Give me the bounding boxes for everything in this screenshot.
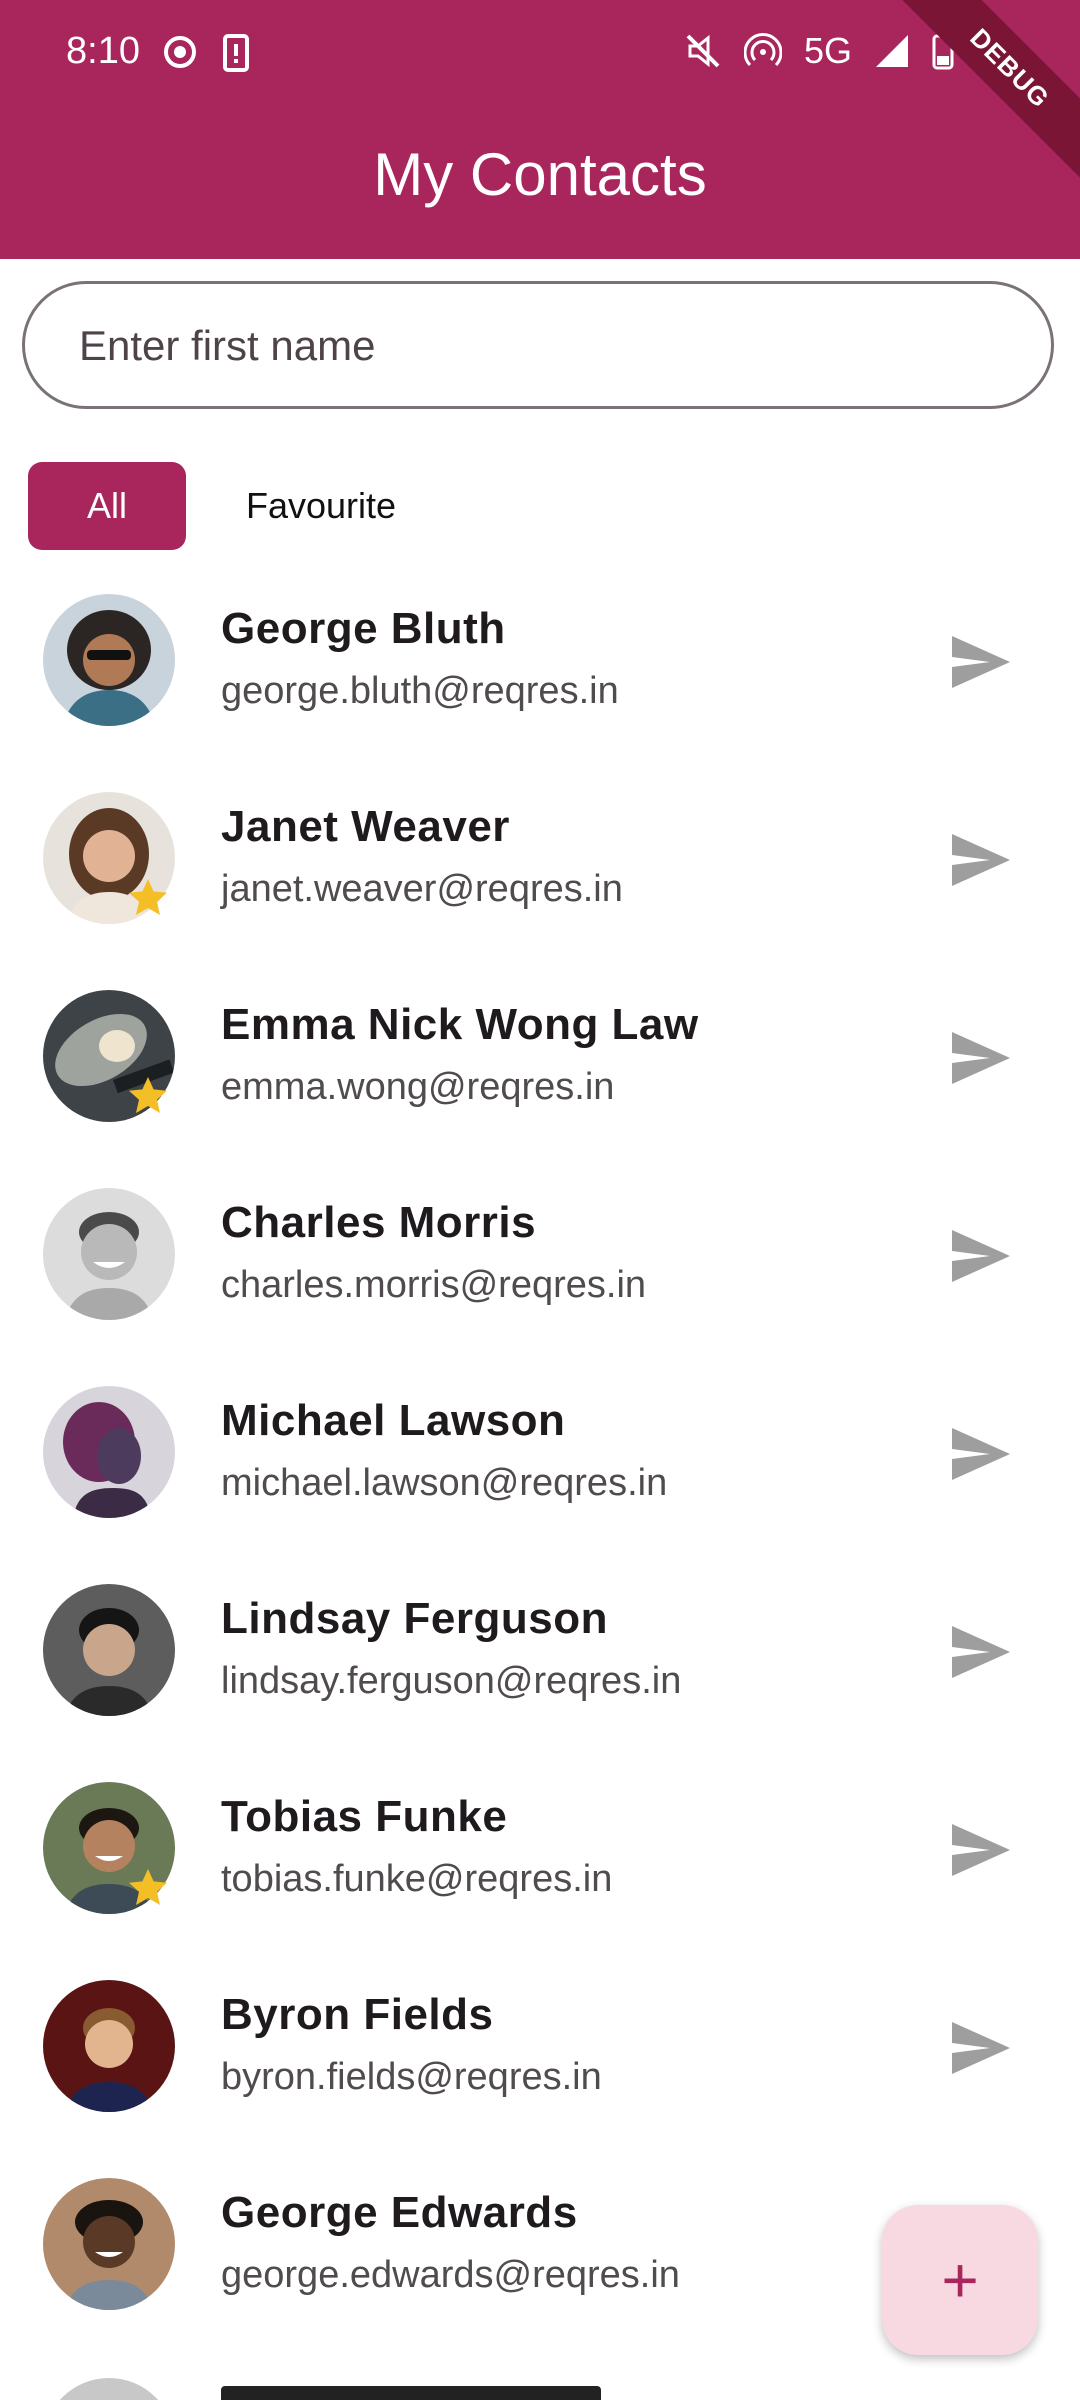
contact-email: lindsay.ferguson@reqres.in xyxy=(221,1660,682,1702)
contact-email: michael.lawson@reqres.in xyxy=(221,1462,668,1504)
contact-email: george.bluth@reqres.in xyxy=(221,670,619,712)
send-icon[interactable] xyxy=(950,1426,1012,1482)
contact-name: Charles Morris xyxy=(221,1198,537,1247)
search-input[interactable] xyxy=(77,284,981,408)
contact-row[interactable]: Tobias Funke tobias.funke@reqres.in xyxy=(0,1760,1080,1958)
contact-name: Janet Weaver xyxy=(221,802,510,851)
avatar xyxy=(43,1188,175,1320)
contact-row[interactable]: Lindsay Ferguson lindsay.ferguson@reqres… xyxy=(0,1562,1080,1760)
avatar xyxy=(43,2178,175,2310)
network-type: 5G xyxy=(804,30,853,71)
page-title: My Contacts xyxy=(373,141,707,208)
mute-icon xyxy=(686,34,720,68)
contact-name: Tobias Funke xyxy=(221,1792,508,1841)
favourite-star-icon xyxy=(129,879,167,915)
send-icon[interactable] xyxy=(950,832,1012,888)
contact-email: byron.fields@reqres.in xyxy=(221,2056,602,2098)
contact-email: tobias.funke@reqres.in xyxy=(221,1858,613,1900)
send-icon[interactable] xyxy=(950,634,1012,690)
hotspot-icon xyxy=(744,33,782,67)
send-icon[interactable] xyxy=(950,1228,1012,1284)
filter-tabs: All Favourite xyxy=(28,462,432,550)
contact-email: janet.weaver@reqres.in xyxy=(221,868,623,910)
send-icon[interactable] xyxy=(950,2020,1012,2076)
favourite-star-icon xyxy=(129,1077,167,1113)
partial-name-text xyxy=(221,2386,601,2400)
contact-name: Lindsay Ferguson xyxy=(221,1594,608,1643)
avatar xyxy=(43,1386,175,1518)
plus-icon: + xyxy=(941,2244,979,2316)
send-icon[interactable] xyxy=(950,1822,1012,1878)
contact-row[interactable]: Janet Weaver janet.weaver@reqres.in xyxy=(0,770,1080,968)
contact-email: emma.wong@reqres.in xyxy=(221,1066,615,1108)
contact-row[interactable]: George Bluth george.bluth@reqres.in xyxy=(0,572,1080,770)
contact-name: Byron Fields xyxy=(221,1990,494,2039)
contact-name: George Bluth xyxy=(221,604,506,653)
favourite-star-icon xyxy=(129,1869,167,1905)
status-time: 8:10 xyxy=(66,30,140,72)
contact-row[interactable]: Michael Lawson michael.lawson@reqres.in xyxy=(0,1364,1080,1562)
avatar xyxy=(43,1584,175,1716)
partial-avatar xyxy=(59,2378,159,2400)
tab-favourite[interactable]: Favourite xyxy=(210,462,432,550)
contact-name: George Edwards xyxy=(221,2188,578,2237)
tab-all[interactable]: All xyxy=(28,462,186,550)
contact-row[interactable]: Charles Morris charles.morris@reqres.in xyxy=(0,1166,1080,1364)
avatar xyxy=(43,1980,175,2112)
contact-name: Emma Nick Wong Law xyxy=(221,1000,699,1049)
contact-email: charles.morris@reqres.in xyxy=(221,1264,647,1306)
send-icon[interactable] xyxy=(950,1624,1012,1680)
contact-email: george.edwards@reqres.in xyxy=(221,2254,680,2296)
avatar xyxy=(43,594,175,726)
partial-list-item xyxy=(0,2366,1080,2400)
contact-row[interactable]: Emma Nick Wong Law emma.wong@reqres.in xyxy=(0,968,1080,1166)
device-alert-icon xyxy=(223,34,249,72)
signal-icon xyxy=(876,35,909,67)
search-field[interactable] xyxy=(22,281,1054,409)
add-contact-button[interactable]: + xyxy=(882,2205,1038,2355)
contact-name: Michael Lawson xyxy=(221,1396,566,1445)
contact-list: George Bluth george.bluth@reqres.in Jane… xyxy=(0,572,1080,2354)
send-icon[interactable] xyxy=(950,1030,1012,1086)
app-bar: 8:10 5G 21 My Contacts DEBUG xyxy=(0,0,1080,259)
screen-record-icon xyxy=(164,36,196,68)
contact-row[interactable]: Byron Fields byron.fields@reqres.in xyxy=(0,1958,1080,2156)
